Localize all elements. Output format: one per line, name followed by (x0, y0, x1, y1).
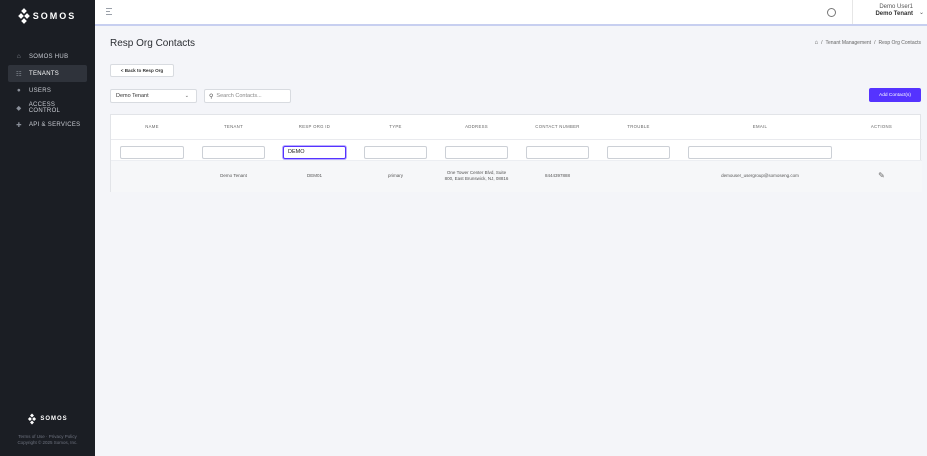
sidebar-item-label: USERS (29, 87, 52, 94)
sidebar-item-label: API & SERVICES (29, 121, 81, 128)
column-header-trouble[interactable]: TROUBLE (598, 115, 679, 140)
back-to-resp-org-button[interactable]: < Back to Resp Org (110, 64, 174, 77)
cell-address: One Tower Center Blvd, Suite 800, East B… (436, 160, 517, 192)
somos-logo-icon (28, 413, 37, 425)
sidebar-item-users[interactable]: ● USERS (8, 82, 87, 99)
contacts-table: NAME TENANT RESP ORG ID TYPE ADDRESS CON… (110, 114, 922, 192)
home-icon[interactable]: ⌂ (814, 40, 818, 46)
hamburger-menu-icon[interactable] (106, 8, 112, 17)
filter-row (111, 139, 922, 161)
column-header-name[interactable]: NAME (111, 115, 193, 140)
cell-tenant: Demo Tenant (193, 160, 274, 192)
footer-logo-text: SOMOS (40, 416, 68, 422)
edit-icon[interactable]: ✎ (878, 171, 885, 179)
footer-copyright: Copyright © 2025 Somos, Inc. (17, 440, 78, 445)
filter-resp-org-id-input[interactable] (283, 145, 346, 159)
breadcrumb-current: Resp Org Contacts (878, 40, 921, 46)
sidebar-nav: ⌂ SOMOS HUB ☷ TENANTS ● USERS ◆ ACCESS C… (0, 48, 95, 133)
column-header-contact-number[interactable]: CONTACT NUMBER (517, 115, 598, 140)
column-header-type[interactable]: TYPE (355, 115, 436, 140)
sidebar-footer: Terms of Use · Privacy Policy Copyright … (0, 434, 95, 446)
filter-contact-number-input[interactable] (526, 145, 589, 159)
page-title: Resp Org Contacts (110, 38, 196, 49)
column-header-tenant[interactable]: TENANT (193, 115, 274, 140)
chevron-down-icon: ⌄ (184, 93, 189, 99)
filter-address-input[interactable] (445, 145, 508, 159)
sidebar-item-somos-hub[interactable]: ⌂ SOMOS HUB (8, 48, 87, 65)
table-header-row: NAME TENANT RESP ORG ID TYPE ADDRESS CON… (111, 115, 922, 140)
logo-text: SOMOS (32, 11, 77, 21)
breadcrumb-separator: / (874, 40, 876, 46)
breadcrumb-tenant-management[interactable]: Tenant Management (825, 40, 871, 46)
cell-trouble (598, 160, 679, 192)
sidebar-item-access-control[interactable]: ◆ ACCESS CONTROL (8, 99, 87, 116)
breadcrumb: ⌂ / Tenant Management / Resp Org Contact… (814, 40, 921, 46)
sidebar-item-tenants[interactable]: ☷ TENANTS (8, 65, 87, 82)
sidebar-item-api-services[interactable]: ✚ API & SERVICES (8, 116, 87, 133)
user-icon: ● (16, 87, 22, 94)
top-bar: Demo User1 Demo Tenant ⌄ (95, 0, 927, 26)
user-tenant: Demo Tenant (875, 11, 913, 17)
chevron-down-icon: ⌄ (918, 10, 924, 16)
shield-icon: ◆ (16, 104, 22, 112)
cell-email: demouser_usergroup@somoseng.com (679, 160, 841, 192)
filter-type-input[interactable] (364, 145, 427, 159)
search-box[interactable]: ⚲ (204, 89, 291, 103)
somos-logo-icon (17, 8, 30, 24)
column-header-resp-org-id[interactable]: RESP ORG ID (274, 115, 355, 140)
top-bar-right: Demo User1 Demo Tenant ⌄ (827, 0, 927, 24)
cell-type: primary (355, 160, 436, 192)
table-row[interactable]: Demo Tenant DEM01 primary One Tower Cent… (111, 160, 922, 192)
cell-contact-number: 8444397888 (517, 160, 598, 192)
add-contacts-button[interactable]: Add Contact(s) (869, 88, 921, 102)
somos-logo[interactable]: SOMOS (0, 0, 95, 32)
filter-trouble-input[interactable] (607, 145, 670, 159)
filter-tenant-input[interactable] (202, 145, 265, 159)
filter-name-input[interactable] (120, 145, 184, 159)
tenant-select[interactable]: Demo Tenant ⌄ (110, 89, 197, 103)
cell-resp-org-id: DEM01 (274, 160, 355, 192)
sidebar-item-label: SOMOS HUB (29, 53, 69, 60)
cell-name (111, 160, 193, 192)
sidebar: SOMOS ⌂ SOMOS HUB ☷ TENANTS ● USERS ◆ AC… (0, 0, 95, 456)
column-header-address[interactable]: ADDRESS (436, 115, 517, 140)
tenant-select-value: Demo Tenant (116, 93, 149, 99)
breadcrumb-separator: / (821, 40, 823, 46)
column-header-actions: ACTIONS (841, 115, 922, 140)
cell-actions: ✎ (841, 160, 922, 192)
search-contacts-input[interactable] (216, 93, 283, 99)
sidebar-item-label: TENANTS (29, 70, 60, 77)
settings-icon[interactable] (827, 7, 837, 17)
user-menu[interactable]: Demo User1 Demo Tenant ⌄ (852, 0, 927, 24)
footer-logo: SOMOS (0, 412, 95, 426)
plug-icon: ✚ (16, 121, 22, 129)
home-icon: ⌂ (16, 53, 22, 60)
sidebar-item-label: ACCESS CONTROL (28, 101, 61, 114)
search-icon: ⚲ (209, 93, 214, 100)
user-name: Demo User1 (879, 4, 913, 10)
filter-email-input[interactable] (688, 145, 832, 159)
address-text: One Tower Center Blvd, Suite 800, East B… (444, 170, 509, 182)
users-icon: ☷ (15, 70, 23, 78)
column-header-email[interactable]: EMAIL (679, 115, 841, 140)
